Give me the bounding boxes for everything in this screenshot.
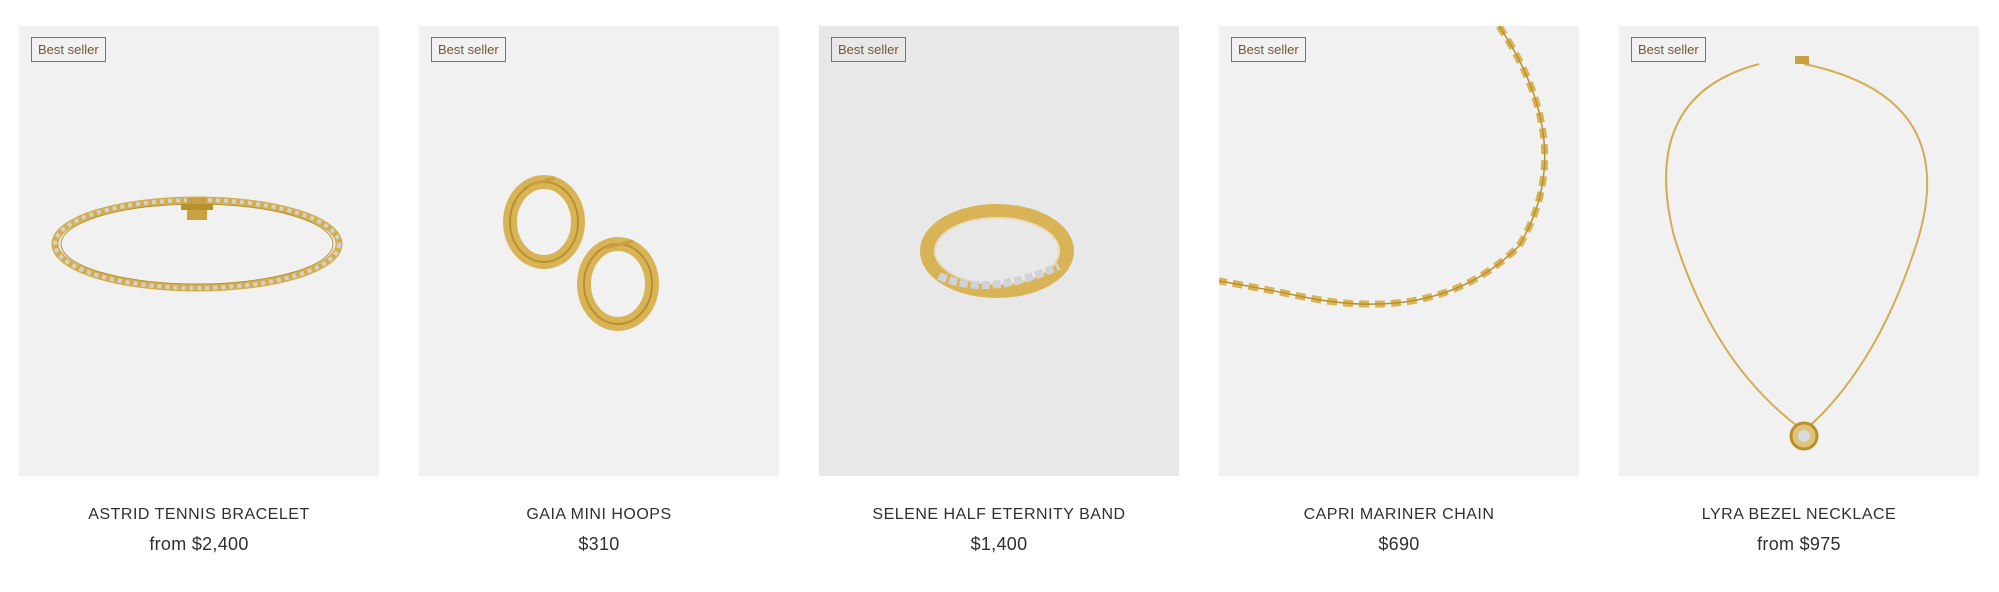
best-seller-badge: Best seller bbox=[831, 37, 906, 62]
best-seller-badge: Best seller bbox=[31, 37, 106, 62]
product-card-astrid-tennis-bracelet[interactable]: Best seller ASTRID TENNIS BRACELET from … bbox=[19, 26, 379, 555]
product-name[interactable]: SELENE HALF ETERNITY BAND bbox=[819, 506, 1179, 524]
best-seller-badge: Best seller bbox=[431, 37, 506, 62]
product-image-link[interactable]: Best seller bbox=[819, 26, 1179, 476]
eternity-ring-image bbox=[920, 204, 1074, 298]
best-seller-badge: Best seller bbox=[1231, 37, 1306, 62]
product-price: from $975 bbox=[1757, 534, 1841, 554]
product-name[interactable]: ASTRID TENNIS BRACELET bbox=[19, 506, 379, 524]
product-name[interactable]: GAIA MINI HOOPS bbox=[419, 506, 779, 524]
product-card-capri-mariner-chain[interactable]: Best seller CAPRI MARINER CHAIN $690 bbox=[1219, 26, 1579, 555]
best-seller-badge: Best seller bbox=[1631, 37, 1706, 62]
product-name[interactable]: CAPRI MARINER CHAIN bbox=[1219, 506, 1579, 524]
product-name[interactable]: LYRA BEZEL NECKLACE bbox=[1619, 506, 1979, 524]
product-image-link[interactable]: Best seller bbox=[419, 26, 779, 476]
hoop-earrings-image bbox=[503, 175, 659, 331]
product-image-link[interactable]: Best seller bbox=[1619, 26, 1979, 476]
bezel-necklace-image bbox=[1665, 56, 1929, 451]
product-card-lyra-bezel-necklace[interactable]: Best seller LYRA BEZEL NECKLACE from $97… bbox=[1619, 26, 1979, 555]
product-price: $310 bbox=[578, 534, 620, 554]
tennis-bracelet-image bbox=[51, 196, 343, 292]
product-price: $690 bbox=[1378, 534, 1420, 554]
product-price: from $2,400 bbox=[149, 534, 249, 554]
product-card-selene-half-eternity-band[interactable]: Best seller SELENE HALF ETERNITY BAND $1… bbox=[819, 26, 1179, 555]
mariner-chain-image bbox=[1219, 26, 1549, 308]
product-card-gaia-mini-hoops[interactable]: Best seller GAIA MINI HOOPS $310 bbox=[419, 26, 779, 555]
product-image-link[interactable]: Best seller bbox=[1219, 26, 1579, 476]
product-image-link[interactable]: Best seller bbox=[19, 26, 379, 476]
product-price: $1,400 bbox=[970, 534, 1028, 554]
